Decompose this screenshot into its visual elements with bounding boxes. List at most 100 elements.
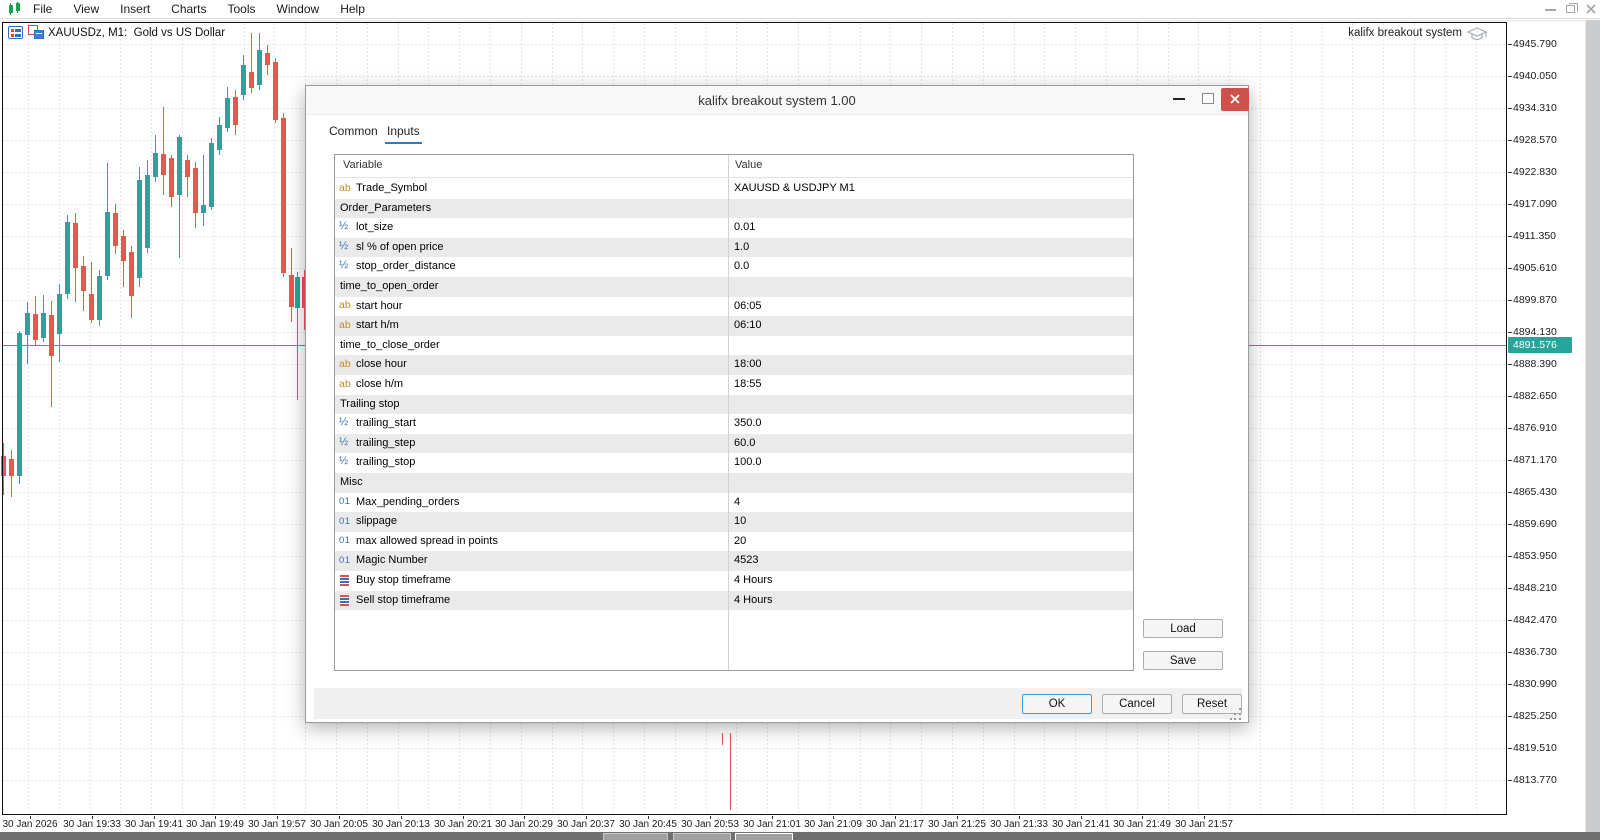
parameter-value[interactable]: 18:55 [734, 378, 762, 390]
price-axis-label: 4928.570 [1513, 134, 1557, 146]
parameter-name: Trailing stop [340, 397, 400, 410]
string-type-icon: ab [339, 377, 351, 390]
parameter-name: time_to_open_order [340, 280, 439, 292]
parameter-row[interactable]: ½ sl % of open price 1.0 [335, 237, 1133, 258]
price-axis-label: 4848.210 [1513, 582, 1557, 594]
parameter-name: slippage [356, 515, 397, 528]
integer-type-icon: 01 [339, 515, 351, 527]
parameter-value[interactable]: 60.0 [734, 437, 755, 449]
price-tick [1508, 524, 1512, 525]
inputs-table: Variable Value ab Trade_Symbol XAUUSD & US… [334, 154, 1134, 671]
parameter-value[interactable]: 1.0 [734, 241, 749, 253]
cancel-button[interactable]: Cancel [1102, 694, 1172, 714]
menu-insert[interactable]: Insert [110, 2, 160, 16]
expert-advisor-icon[interactable] [1466, 26, 1490, 42]
group-row[interactable]: Order_Parameters [335, 198, 1133, 219]
bottom-taskbar-strip [0, 832, 1600, 840]
parameter-row[interactable]: ½ stop_order_distance 0.0 [335, 257, 1133, 277]
parameter-value[interactable]: 0.0 [734, 260, 749, 272]
group-row[interactable]: Misc [335, 473, 1133, 493]
group-row[interactable]: Trailing stop [335, 394, 1133, 415]
chart-window-icon[interactable] [28, 25, 44, 40]
parameter-value[interactable]: 4523 [734, 554, 758, 566]
price-tick [1508, 332, 1512, 333]
parameter-value[interactable]: 18:00 [734, 358, 762, 370]
header-variable: Variable [343, 159, 383, 171]
menu-tools[interactable]: Tools [218, 2, 266, 16]
menu-window[interactable]: Window [267, 2, 330, 16]
ok-button[interactable]: OK [1022, 694, 1092, 714]
price-axis-label: 4825.250 [1513, 710, 1557, 722]
group-row[interactable]: time_to_open_order [335, 277, 1133, 297]
taskbar-button[interactable] [735, 833, 793, 840]
tab-common[interactable]: Common [329, 124, 378, 138]
parameter-value[interactable]: 350.0 [734, 417, 762, 429]
parameter-value[interactable]: 06:10 [734, 319, 762, 331]
parameter-row[interactable]: Buy stop timeframe 4 Hours [335, 571, 1133, 591]
parameter-row[interactable]: 01 slippage 10 [335, 512, 1133, 532]
time-axis-label: 30 Jan 21:41 [1052, 819, 1110, 830]
price-tick [1508, 396, 1512, 397]
parameter-row[interactable]: 01 Max_pending_orders 4 [335, 493, 1133, 513]
time-axis-label: 30 Jan 20:45 [619, 819, 677, 830]
string-type-icon: ab [339, 357, 351, 370]
menu-view[interactable]: View [63, 2, 109, 16]
parameter-row[interactable]: ab close hour 18:00 [335, 355, 1133, 375]
taskbar-button[interactable] [603, 833, 668, 840]
load-button[interactable]: Load [1143, 619, 1223, 638]
menu-help[interactable]: Help [330, 2, 375, 16]
app-logo-icon [8, 2, 22, 15]
active-tab-underline [385, 142, 422, 144]
double-type-icon: ½ [339, 435, 349, 448]
time-axis-label: 30 Jan 19:57 [248, 819, 306, 830]
menu-file[interactable]: File [23, 2, 62, 16]
time-axis-label: 30 Jan 2026 [2, 819, 58, 830]
save-button[interactable]: Save [1143, 651, 1223, 670]
parameter-value[interactable]: 10 [734, 515, 746, 527]
parameter-value[interactable]: 4 Hours [734, 574, 773, 586]
parameter-row[interactable]: ab start h/m 06:10 [335, 316, 1133, 336]
group-row[interactable]: time_to_close_order [335, 336, 1133, 356]
menu-charts[interactable]: Charts [161, 2, 216, 16]
parameter-value[interactable]: 4 [734, 496, 740, 508]
parameter-row[interactable]: ½ trailing_step 60.0 [335, 433, 1133, 454]
price-axis-label: 4876.910 [1513, 422, 1557, 434]
price-axis-label: 4888.390 [1513, 358, 1557, 370]
price-axis-label: 4842.470 [1513, 614, 1557, 626]
parameter-row[interactable]: ab close h/m 18:55 [335, 375, 1133, 395]
time-axis-label: 30 Jan 20:05 [310, 819, 368, 830]
price-tick [1508, 108, 1512, 109]
price-tick [1508, 44, 1512, 45]
parameter-row[interactable]: ½ trailing_start 350.0 [335, 414, 1133, 434]
parameter-value[interactable]: 100.0 [734, 456, 762, 468]
parameter-row[interactable]: ab Trade_Symbol XAUUSD & USDJPY M1 [335, 179, 1133, 199]
parameter-row[interactable]: ab start hour 06:05 [335, 297, 1133, 317]
time-axis-label: 30 Jan 19:49 [186, 819, 244, 830]
parameter-name: time_to_close_order [340, 338, 440, 351]
parameter-row[interactable]: 01 max allowed spread in points 20 [335, 532, 1133, 552]
parameter-row[interactable]: ½ lot_size 0.01 [335, 218, 1133, 238]
market-watch-icon[interactable] [8, 26, 23, 39]
price-tick [1508, 76, 1512, 77]
taskbar-button[interactable] [673, 833, 731, 840]
time-axis-label: 30 Jan 20:53 [681, 819, 739, 830]
price-tick [1508, 588, 1512, 589]
parameter-row[interactable]: ½ trailing_stop 100.0 [335, 453, 1133, 473]
window-minimize-icon[interactable] [1545, 9, 1556, 11]
parameter-row[interactable]: Sell stop timeframe 4 Hours [335, 590, 1133, 611]
window-restore-icon[interactable] [1566, 3, 1578, 13]
time-axis-label: 30 Jan 20:37 [557, 819, 615, 830]
parameter-value[interactable]: 0.01 [734, 221, 755, 233]
tab-inputs[interactable]: Inputs [387, 124, 420, 138]
dialog-maximize-icon[interactable] [1202, 93, 1214, 104]
dialog-close-button[interactable] [1221, 88, 1249, 111]
window-close-icon[interactable] [1586, 4, 1596, 14]
resize-grip[interactable] [1230, 708, 1242, 720]
parameter-value[interactable]: 4 Hours [734, 594, 773, 606]
parameter-row[interactable]: 01 Magic Number 4523 [335, 551, 1133, 571]
parameter-value[interactable]: XAUUSD & USDJPY M1 [734, 182, 855, 194]
dialog-minimize-icon[interactable] [1173, 98, 1185, 100]
price-axis-label: 4830.990 [1513, 678, 1557, 690]
parameter-value[interactable]: 06:05 [734, 300, 762, 312]
parameter-value[interactable]: 20 [734, 535, 746, 547]
